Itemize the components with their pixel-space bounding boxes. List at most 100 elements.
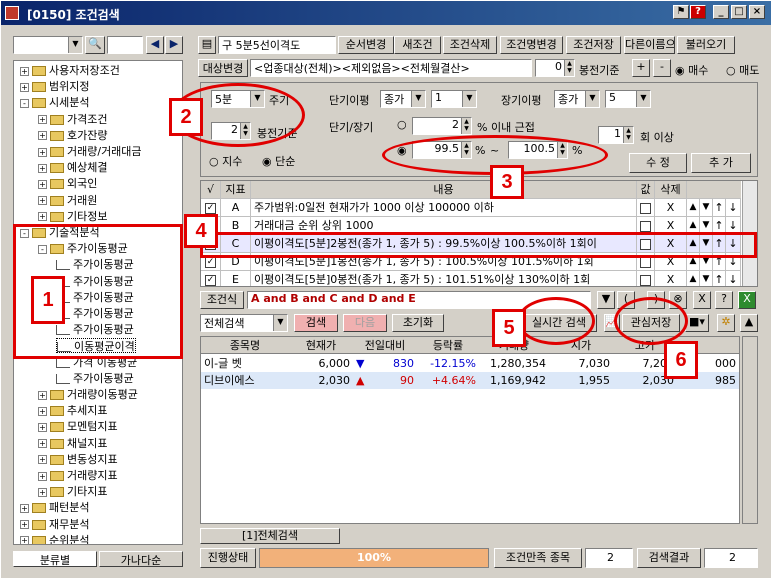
tree-item[interactable]: + 기타정보 — [38, 209, 107, 224]
modify-button[interactable]: 수 정 — [629, 153, 687, 173]
doc-icon[interactable]: ▤ — [198, 36, 216, 54]
tree-item[interactable]: + 모멘텀지표 — [38, 419, 118, 434]
question-icon[interactable]: ? — [715, 291, 733, 309]
short-type-select[interactable]: 종가 ▼ — [380, 90, 426, 108]
move-top-icon[interactable]: ▲ — [687, 271, 700, 286]
tab-category[interactable]: 분류별 — [13, 551, 97, 567]
move-down-icon[interactable]: ↓ — [726, 271, 741, 286]
sell-radio[interactable]: ○ 매도 — [726, 62, 759, 78]
expand-icon[interactable]: + — [20, 520, 29, 530]
close-button[interactable]: × — [749, 5, 765, 19]
tree-item[interactable]: 주가이동평균 — [56, 371, 134, 386]
grid-row[interactable]: ✓ A 주가범위:0일전 현재가가 1000 이상 100000 이하 X ▲ ▼ ↑ ↓ — [201, 199, 741, 217]
collapse-icon[interactable]: - — [20, 98, 29, 108]
tree-item[interactable]: + 거래량/거래대금 — [38, 144, 142, 159]
move-down-icon[interactable]: ↓ — [726, 199, 741, 216]
pin-icon[interactable]: ⚑ — [673, 5, 689, 19]
condition-name-field[interactable]: 구 5분5선이격도 — [218, 36, 336, 54]
expand-icon[interactable]: + — [20, 66, 29, 76]
tab-alphabetical[interactable]: 가나다순 — [99, 551, 183, 567]
results-scrollbar[interactable] — [742, 336, 758, 524]
add-button[interactable]: 추 가 — [691, 153, 751, 173]
tree-item[interactable]: + 외국인 — [38, 176, 97, 191]
arrow-left-icon[interactable]: ◀ — [146, 36, 164, 54]
tree-item[interactable]: + 거래원 — [38, 193, 97, 208]
expand-icon[interactable]: + — [38, 131, 47, 141]
minimize-button[interactable]: _ — [713, 5, 729, 19]
expand-icon[interactable]: + — [38, 455, 47, 465]
expand-icon[interactable]: + — [38, 179, 47, 189]
tree-item[interactable]: + 거래량이동평균 — [38, 387, 138, 402]
target-change-button[interactable]: 대상변경 — [198, 59, 248, 77]
result-row[interactable]: 디브이에스 2,030 ▲ 90 +4.64% 1,169,942 1,955 2,030 98… — [201, 372, 739, 389]
toolbar-button-1[interactable]: 새조건 — [394, 36, 441, 54]
expand-icon[interactable]: + — [20, 536, 29, 544]
tree-item[interactable]: + 패턴분석 — [20, 500, 89, 515]
expand-icon[interactable]: + — [38, 212, 47, 222]
search-button[interactable]: 검색 — [294, 314, 338, 332]
move-bottom-icon[interactable]: ▼ — [700, 199, 713, 216]
toolbar-button-6[interactable]: 불러오기 — [677, 36, 735, 54]
toolbar-button-0[interactable]: 순서변경 — [338, 36, 394, 54]
expand-icon[interactable]: + — [38, 147, 47, 157]
toolbar-button-5[interactable]: 다른이름으로 — [624, 36, 675, 54]
target-bong-input[interactable]: 0 ▲ ▼ — [535, 59, 575, 77]
toolbar-button-2[interactable]: 조건삭제 — [443, 36, 497, 54]
row-value-checkbox[interactable] — [637, 199, 655, 216]
reset-button[interactable]: 초기화 — [392, 314, 444, 332]
expand-icon[interactable]: + — [38, 163, 47, 173]
repeat-input[interactable]: 1 ▲ ▼ — [598, 126, 634, 144]
tree-item[interactable]: + 범위지정 — [20, 79, 89, 94]
move-bottom-icon[interactable]: ▼ — [700, 271, 713, 286]
scope-select[interactable]: 전체검색 ▼ — [200, 314, 288, 332]
results-table[interactable]: 종목명 현재가 전일대비 등락률 거래량 시가 고가 이-글 벳6,000▼83… — [200, 336, 740, 524]
grid-row[interactable]: ✓ E 이평이격도[5분]0봉전(종가 1, 종가 5) : 101.51%이상 1… — [201, 271, 741, 286]
toolbar-button-4[interactable]: 조건저장 — [566, 36, 621, 54]
tree-item[interactable]: + 채널지표 — [38, 436, 107, 451]
short-period-select[interactable]: 1 ▼ — [431, 90, 477, 108]
dropdown-icon[interactable]: ▼ — [597, 291, 615, 309]
expand-icon[interactable]: + — [38, 439, 47, 449]
minus-button[interactable]: - — [653, 59, 671, 77]
move-up-icon[interactable]: ↑ — [713, 271, 726, 286]
tree-item[interactable]: + 거래량지표 — [38, 468, 118, 483]
row-delete[interactable]: X — [655, 271, 687, 286]
help-icon[interactable]: ? — [690, 5, 706, 19]
near-radio[interactable]: ○ — [397, 118, 407, 131]
expand-icon[interactable]: + — [38, 390, 47, 400]
row-checkbox[interactable]: ✓ — [201, 271, 221, 286]
arrow-right-icon[interactable]: ▶ — [165, 36, 183, 54]
tree-item[interactable]: - 시세분석 — [20, 95, 89, 110]
tree-item[interactable]: + 호가잔량 — [38, 128, 107, 143]
expand-icon[interactable]: + — [20, 82, 29, 92]
result-row[interactable]: 이-글 벳 6,000 ▼ 830 -12.15% 1,280,354 7,030 7,200… — [201, 355, 739, 372]
result-tab[interactable]: [1]전체검색 — [200, 528, 340, 544]
toolbar-button-3[interactable]: 조건명변경 — [500, 36, 563, 54]
next-button[interactable]: 다음 — [343, 314, 387, 332]
move-up-icon[interactable]: ↑ — [713, 199, 726, 216]
buy-radio[interactable]: ◉ 매수 — [675, 62, 708, 78]
gear-icon[interactable]: ✲ — [717, 314, 735, 332]
tree-item[interactable]: + 변동성지표 — [38, 452, 118, 467]
tree-item[interactable]: + 재무분석 — [20, 517, 89, 532]
tree-item[interactable]: + 추세지표 — [38, 403, 107, 418]
long-type-select[interactable]: 종가 ▼ — [554, 90, 600, 108]
expand-icon[interactable]: + — [38, 487, 47, 497]
expand-icon[interactable]: + — [38, 406, 47, 416]
near-input[interactable]: 2 ▲ ▼ — [412, 117, 472, 135]
plus-button[interactable]: + — [632, 59, 650, 77]
move-top-icon[interactable]: ▲ — [687, 199, 700, 216]
index-radio[interactable]: ○ 지수 — [209, 153, 242, 169]
long-period-select[interactable]: 5 ▼ — [605, 90, 651, 108]
maximize-button[interactable]: □ — [731, 5, 747, 19]
color-icon[interactable]: ■▾ — [685, 314, 709, 332]
category-select[interactable]: ▼ — [13, 36, 83, 54]
row-delete[interactable]: X — [655, 199, 687, 216]
tree-item[interactable]: + 사용자저장조건 — [20, 63, 120, 78]
x-icon[interactable]: X — [693, 291, 711, 309]
simple-radio[interactable]: ◉ 단순 — [262, 153, 295, 169]
expand-icon[interactable]: + — [38, 471, 47, 481]
search-icon[interactable]: 🔍 — [85, 36, 105, 54]
collapse-icon[interactable]: ▲ — [740, 314, 758, 332]
expand-icon[interactable]: + — [38, 115, 47, 125]
